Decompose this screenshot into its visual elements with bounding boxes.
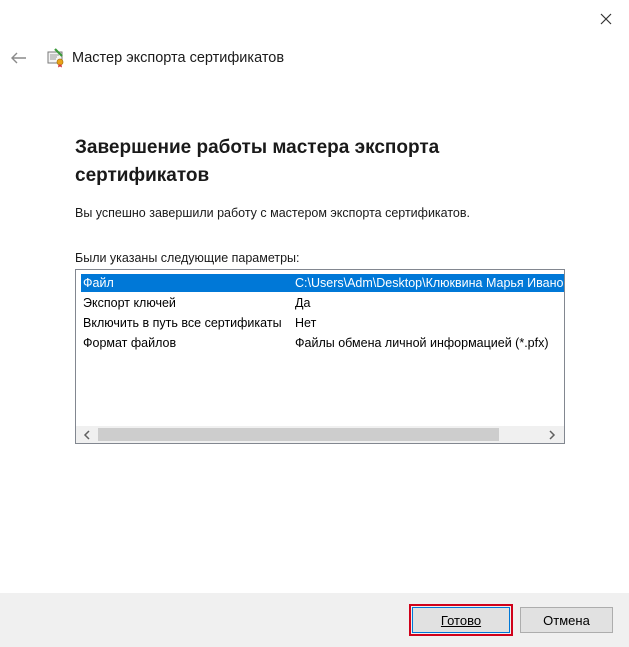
wizard-title: Мастер экспорта сертификатов [72,50,285,66]
cancel-button[interactable]: Отмена [520,607,613,633]
param-name: Экспорт ключей [83,296,176,310]
button-bar: Готово Отмена [0,593,629,647]
back-button[interactable] [8,47,30,69]
param-value: Нет [295,316,317,330]
scrollbar-thumb[interactable] [98,428,499,441]
scroll-right-icon [548,429,555,440]
param-name: Файл [83,276,114,290]
cancel-button-label: Отмена [543,612,590,628]
close-icon [600,13,612,25]
page-title: Завершение работы мастера экспорта серти… [75,137,440,186]
list-item[interactable]: Файл C:\Users\Adm\Desktop\Клюквина Марья… [81,274,564,292]
close-button[interactable] [590,6,622,32]
success-message: Вы успешно завершили работу с мастером э… [75,206,471,220]
param-name: Включить в путь все сертификаты [83,316,282,330]
param-value: Да [295,296,311,310]
parameters-label: Были указаны следующие параметры: [75,251,300,265]
parameters-list[interactable]: Файл C:\Users\Adm\Desktop\Клюквина Марья… [75,269,565,444]
list-item[interactable]: Экспорт ключей Да [81,294,564,312]
certificate-icon [46,48,66,68]
list-item[interactable]: Включить в путь все сертификаты Нет [81,314,564,332]
done-button[interactable]: Готово [409,604,513,636]
param-name: Формат файлов [83,336,177,350]
wizard-header: Мастер экспорта сертификатов [8,44,284,72]
scroll-right-button[interactable] [543,426,560,443]
done-button-label: Готово [440,612,482,628]
back-arrow-icon [11,52,26,64]
param-value: Файлы обмена личной информацией (*.pfx) [295,336,549,350]
scroll-left-button[interactable] [78,426,95,443]
horizontal-scrollbar[interactable] [76,426,564,443]
list-item[interactable]: Формат файлов Файлы обмена личной информ… [81,334,564,352]
scroll-left-icon [83,429,90,440]
certificate-export-wizard-window: Мастер экспорта сертификатов Завершение … [0,0,629,647]
param-value: C:\Users\Adm\Desktop\Клюквина Марья Иван… [295,276,564,290]
